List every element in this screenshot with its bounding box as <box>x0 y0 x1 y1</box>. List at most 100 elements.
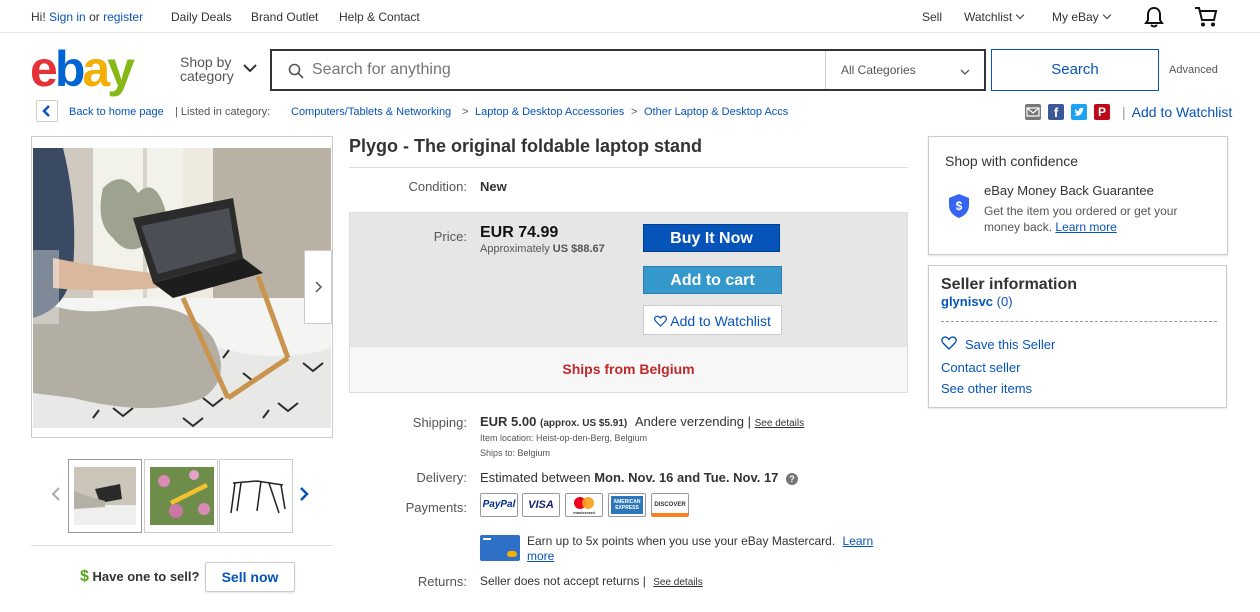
watchlist-menu[interactable]: Watchlist <box>964 10 1025 24</box>
chevron-down-icon <box>1102 10 1111 20</box>
chevron-right-icon <box>300 487 309 501</box>
mastercard-more-link[interactable]: more <box>527 549 554 563</box>
thumbnail-1[interactable] <box>68 459 142 533</box>
ships-to: Ships to: Belgium <box>480 448 551 458</box>
my-ebay-menu[interactable]: My eBay <box>1052 10 1111 24</box>
returns-value: Seller does not accept returns | <box>480 574 646 588</box>
seller-feedback-score[interactable]: (0) <box>997 294 1013 309</box>
amex-text: AMERICAN EXPRESS <box>611 496 643 514</box>
mastercard-learn-link[interactable]: Learn <box>843 534 874 548</box>
greeting: Hi! Sign in or register <box>31 10 143 24</box>
facebook-share-icon[interactable]: f <box>1048 104 1064 120</box>
bell-icon[interactable] <box>1144 6 1164 31</box>
breadcrumb-separator: > <box>631 106 638 118</box>
greeting-text: Hi! <box>31 10 46 24</box>
pinterest-share-icon[interactable]: P <box>1094 104 1110 120</box>
shop-by-category[interactable]: Shop by category <box>180 55 234 83</box>
confidence-heading: Shop with confidence <box>945 153 1079 169</box>
see-other-items-link[interactable]: See other items <box>941 381 1032 396</box>
or-text: or <box>89 10 100 24</box>
approx-prefix: Approximately <box>480 243 550 255</box>
guarantee-text-line2: money back. <box>984 220 1053 234</box>
search-button[interactable]: Search <box>991 49 1159 91</box>
seller-name-link[interactable]: glynisvc <box>941 294 993 309</box>
divider <box>31 545 333 546</box>
chevron-left-icon <box>41 281 49 293</box>
chevron-left-icon <box>42 105 50 117</box>
sign-in-link[interactable]: Sign in <box>49 10 86 24</box>
chevron-down-icon[interactable] <box>960 65 970 79</box>
product-photo[interactable] <box>33 148 331 428</box>
category-select[interactable]: All Categories <box>841 63 916 77</box>
daily-deals-link[interactable]: Daily Deals <box>171 10 232 24</box>
heart-icon[interactable] <box>941 336 957 353</box>
payments-label: Payments: <box>405 500 467 515</box>
contact-seller-link[interactable]: Contact seller <box>941 360 1020 375</box>
shop-by-line1: Shop by <box>180 54 232 70</box>
mastercard-text: mastercard <box>573 510 595 515</box>
help-contact-link[interactable]: Help & Contact <box>339 10 420 24</box>
chevron-down-icon[interactable] <box>243 62 257 76</box>
advanced-search-link[interactable]: Advanced <box>1169 64 1218 76</box>
divider <box>941 321 1217 322</box>
breadcrumb-item-other-laptop[interactable]: Other Laptop & Desktop Accs <box>644 106 788 118</box>
email-share-icon[interactable] <box>1025 104 1041 120</box>
returns-info: Seller does not accept returns | See det… <box>480 574 703 588</box>
add-to-cart-button[interactable]: Add to cart <box>643 266 782 294</box>
sell-now-button[interactable]: Sell now <box>205 562 295 592</box>
brand-outlet-link[interactable]: Brand Outlet <box>251 10 318 24</box>
save-seller-link[interactable]: Save this Seller <box>965 337 1055 352</box>
seller-heading: Seller information <box>941 276 1078 293</box>
top-bar: Hi! Sign in or register Daily Deals Bran… <box>0 0 1260 33</box>
add-to-watchlist-button[interactable]: Add to Watchlist <box>643 305 782 335</box>
condition-label: Condition: <box>408 179 467 194</box>
mastercard-promo-text: Earn up to 5x points when you use your e… <box>527 534 836 548</box>
register-link[interactable]: register <box>103 10 143 24</box>
back-to-home-link[interactable]: Back to home page <box>69 106 164 118</box>
listed-in-label: | Listed in category: <box>175 106 271 118</box>
have-one-to-sell: $ Have one to sell? <box>80 568 199 586</box>
heart-icon <box>654 315 668 327</box>
help-icon[interactable]: ? <box>786 473 799 485</box>
back-button[interactable] <box>36 100 58 122</box>
thumbs-prev-button[interactable] <box>50 486 62 505</box>
logo-letter-b: b <box>54 41 85 97</box>
divider <box>349 167 908 168</box>
my-ebay-label: My eBay <box>1052 10 1099 24</box>
shipping-label: Shipping: <box>412 415 467 430</box>
seller-name-row: glynisvc (0) <box>941 294 1013 309</box>
paypal-logo: PayPal <box>480 493 518 517</box>
price-label: Price: <box>433 229 467 244</box>
twitter-share-icon[interactable] <box>1071 104 1087 120</box>
thumbnail-2[interactable] <box>144 459 218 533</box>
visa-logo: VISA <box>522 493 560 517</box>
delivery-label: Delivery: <box>416 470 467 485</box>
breadcrumb-item-laptop-accessories[interactable]: Laptop & Desktop Accessories <box>475 106 624 118</box>
thumbnail-3[interactable] <box>219 459 293 533</box>
returns-see-details-link[interactable]: See details <box>653 577 702 588</box>
shop-with-confidence-card: Shop with confidence $ eBay Money Back G… <box>928 136 1228 255</box>
mastercard-promo: Earn up to 5x points when you use your e… <box>527 534 907 564</box>
item-location: Item location: Heist-op-den-Berg, Belgiu… <box>480 433 648 443</box>
shipping-price: EUR 5.00 <box>480 414 537 429</box>
sell-link[interactable]: Sell <box>922 10 942 24</box>
guarantee-text: Get the item you ordered or get your mon… <box>984 203 1214 235</box>
add-to-watchlist-top-label: Add to Watchlist <box>1131 104 1233 120</box>
ebay-logo[interactable]: ebay <box>30 41 135 97</box>
logo-letter-e: e <box>30 41 58 97</box>
logo-letter-y: y <box>107 41 135 97</box>
cart-icon[interactable] <box>1194 6 1218 31</box>
buy-it-now-button[interactable]: Buy It Now <box>643 224 780 252</box>
gallery-prev-button[interactable] <box>33 250 59 324</box>
gallery-next-button[interactable] <box>304 250 332 324</box>
mastercard-logo: mastercard <box>565 493 603 517</box>
watchlist-label: Watchlist <box>964 10 1013 24</box>
thumbs-next-button[interactable] <box>298 486 310 505</box>
breadcrumb-item-computers[interactable]: Computers/Tablets & Networking <box>291 106 451 118</box>
shipping-see-details-link[interactable]: See details <box>755 418 804 429</box>
learn-more-link[interactable]: Learn more <box>1055 220 1116 234</box>
guarantee-title: eBay Money Back Guarantee <box>984 183 1154 198</box>
search-input[interactable]: Search for anything <box>312 61 451 79</box>
chevron-right-icon <box>315 281 323 293</box>
add-to-watchlist-top-link[interactable]: | Add to Watchlist <box>1122 104 1232 120</box>
